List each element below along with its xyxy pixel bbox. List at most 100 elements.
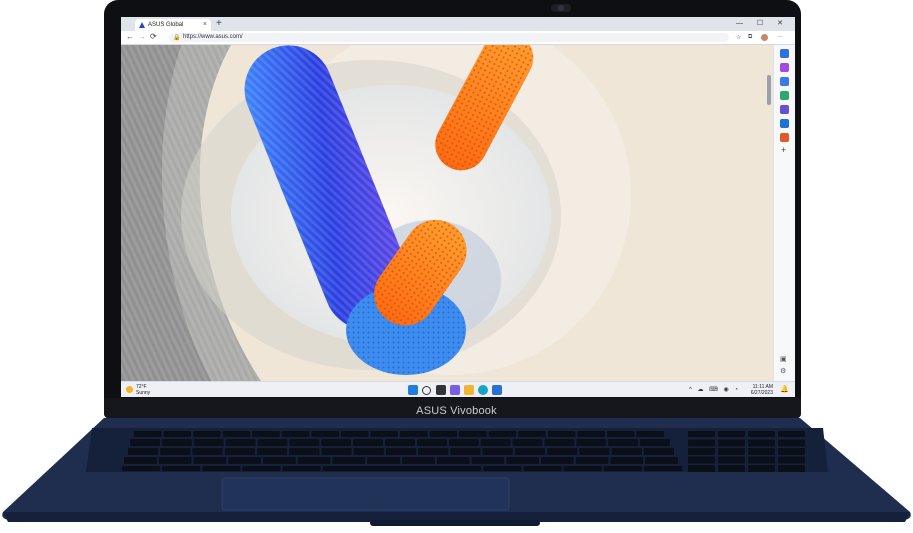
browser-tab[interactable]: ASUS Global × <box>135 19 211 31</box>
keyboard-key[interactable] <box>643 466 682 471</box>
keyboard-key[interactable] <box>541 457 574 464</box>
keyboard-key[interactable] <box>547 448 578 455</box>
numpad-key[interactable] <box>718 448 745 455</box>
keyboard-key[interactable] <box>640 439 670 446</box>
store-icon[interactable] <box>492 385 502 395</box>
copilot-icon[interactable] <box>780 63 789 72</box>
keyboard-key[interactable] <box>575 457 609 464</box>
numpad-key[interactable] <box>748 439 775 447</box>
keyboard-key[interactable] <box>416 439 447 446</box>
numpad-key[interactable] <box>778 439 805 447</box>
numpad-key[interactable] <box>688 448 715 455</box>
tools-icon[interactable] <box>780 91 789 100</box>
keyboard-key[interactable] <box>340 431 369 437</box>
outlook-icon[interactable] <box>780 133 789 142</box>
keyboard-key[interactable] <box>400 431 428 437</box>
keyboard-key[interactable] <box>160 448 191 455</box>
keyboard-key[interactable] <box>483 466 522 471</box>
keyboard-key[interactable] <box>547 431 576 437</box>
page-scrollbar[interactable] <box>767 75 771 105</box>
keyboard-key[interactable] <box>162 466 201 471</box>
keyboard-key[interactable] <box>577 431 605 437</box>
keyboard-key[interactable] <box>385 448 417 455</box>
numpad-key[interactable] <box>778 448 805 455</box>
keyboard-key[interactable] <box>482 448 513 455</box>
keyboard-key[interactable] <box>385 439 415 446</box>
keyboard-key[interactable] <box>448 439 479 446</box>
keyboard-key[interactable] <box>579 448 610 455</box>
forward-button[interactable]: → <box>138 32 146 41</box>
keyboard-key[interactable] <box>263 457 296 464</box>
keyboard-key[interactable] <box>193 457 227 464</box>
keyboard-key[interactable] <box>256 448 288 455</box>
keyboard-key[interactable] <box>311 431 339 437</box>
numpad-key[interactable] <box>748 431 775 437</box>
keyboard-key[interactable] <box>436 457 470 464</box>
keyboard-key[interactable] <box>163 431 192 437</box>
keyboard-key[interactable] <box>370 431 398 437</box>
numpad-key[interactable] <box>718 431 745 437</box>
keyboard-key[interactable] <box>192 448 223 455</box>
keyboard-key[interactable] <box>606 431 635 437</box>
numpad-key[interactable] <box>688 431 715 437</box>
weather-widget[interactable]: 72°F Sunny <box>136 384 150 396</box>
keyboard-key[interactable] <box>576 439 607 446</box>
keyboard-key[interactable] <box>158 457 192 464</box>
shopping-icon[interactable] <box>780 77 789 86</box>
office-icon[interactable] <box>780 119 789 128</box>
keyboard-key[interactable] <box>645 457 678 464</box>
keyboard-key[interactable] <box>193 439 224 446</box>
keyboard-key[interactable] <box>480 439 511 446</box>
keyboard-key[interactable] <box>128 448 159 455</box>
keyboard-key[interactable] <box>122 466 161 471</box>
keyboard-key[interactable] <box>224 448 255 455</box>
keyboard-key[interactable] <box>225 439 256 446</box>
keyboard-key[interactable] <box>282 466 321 471</box>
keyboard-key[interactable] <box>353 439 384 446</box>
keyboard-key[interactable] <box>297 457 331 464</box>
keyboard-key[interactable] <box>608 439 639 446</box>
keyboard-key[interactable] <box>332 457 366 464</box>
keyboard-key[interactable] <box>252 431 280 437</box>
keyboard-key[interactable] <box>228 457 261 464</box>
new-tab-button[interactable]: + <box>216 18 222 29</box>
numpad-key[interactable] <box>688 465 715 472</box>
address-bar[interactable]: 🔒 https://www.asus.com/ <box>169 33 729 42</box>
window-controls[interactable]: — ☐ ✕ <box>736 19 789 27</box>
numpad-key[interactable] <box>778 456 805 464</box>
sidebar-layout-icon[interactable]: ▣ <box>780 355 787 363</box>
keyboard-key[interactable] <box>514 448 546 455</box>
tab-close-icon[interactable]: × <box>203 21 207 28</box>
keyboard-key[interactable] <box>512 439 543 446</box>
start-button-icon[interactable] <box>408 385 418 395</box>
keyboard-key[interactable] <box>636 431 664 437</box>
keyboard-key[interactable] <box>193 431 221 437</box>
keyboard-key[interactable] <box>281 431 310 437</box>
edge-browser-icon[interactable] <box>478 385 488 395</box>
keyboard-key[interactable] <box>289 439 320 446</box>
keyboard-key[interactable] <box>518 431 546 437</box>
collections-icon[interactable]: ⧉ <box>748 34 752 41</box>
keyboard-key[interactable] <box>523 466 562 471</box>
profile-avatar[interactable] <box>761 34 768 41</box>
keyboard-key[interactable] <box>321 448 352 455</box>
keyboard-key[interactable] <box>367 457 400 464</box>
search-icon[interactable] <box>780 49 789 58</box>
task-view-icon[interactable] <box>436 385 446 395</box>
taskbar-clock[interactable]: 11:11 AM 6/27/2023 <box>751 384 773 396</box>
keyboard-key[interactable] <box>222 431 251 437</box>
keyboard-key[interactable] <box>321 439 352 446</box>
keyboard-key[interactable] <box>322 466 482 471</box>
file-explorer-icon[interactable] <box>464 385 474 395</box>
numpad-key[interactable] <box>748 448 775 455</box>
refresh-button[interactable]: ⟳ <box>150 32 157 41</box>
keyboard-key[interactable] <box>563 466 602 471</box>
keyboard-key[interactable] <box>124 457 157 464</box>
keyboard-key[interactable] <box>353 448 384 455</box>
numpad-key[interactable] <box>718 456 745 464</box>
more-menu-button[interactable]: ··· <box>777 34 783 40</box>
keyboard-key[interactable] <box>130 439 160 446</box>
keyboard-key[interactable] <box>402 457 435 464</box>
keyboard-key[interactable] <box>643 448 674 455</box>
numpad-key[interactable] <box>778 465 805 472</box>
